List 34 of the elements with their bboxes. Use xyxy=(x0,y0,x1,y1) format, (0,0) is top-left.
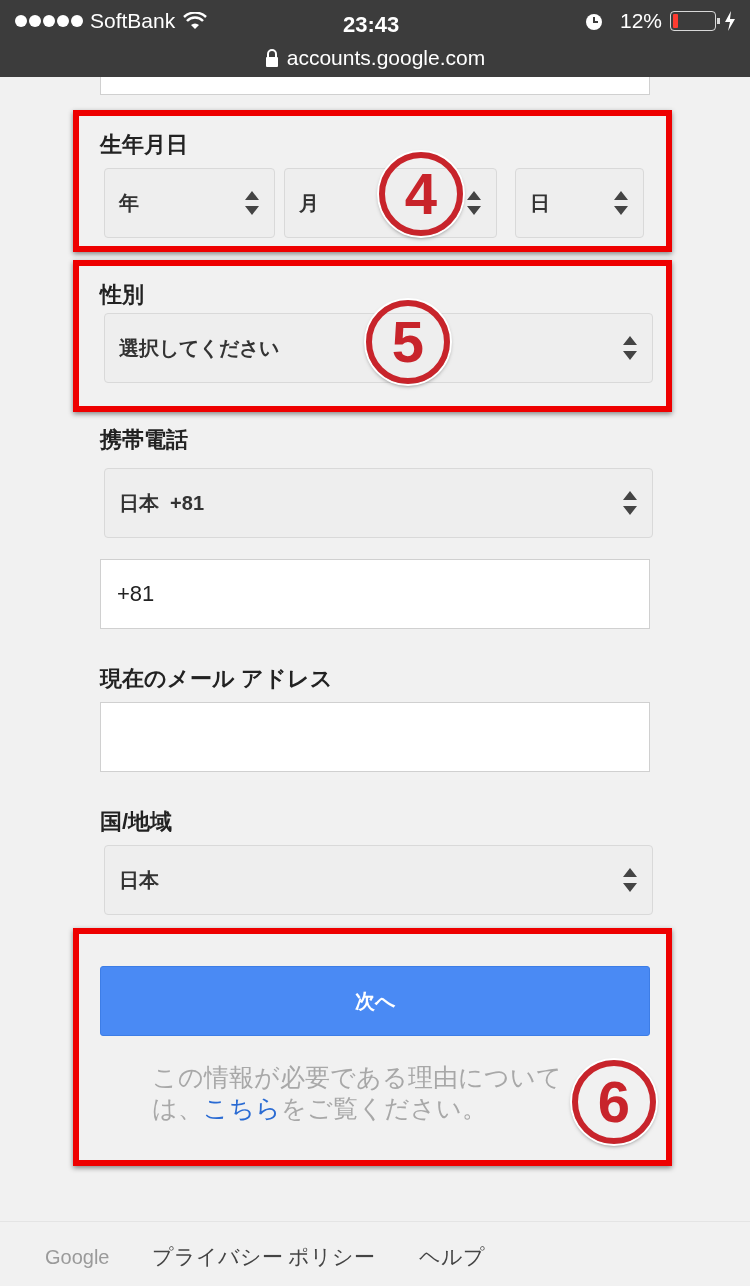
signal-dots-icon xyxy=(14,14,84,28)
dropdown-arrows-icon xyxy=(622,867,638,893)
carrier-name: SoftBank xyxy=(90,8,176,35)
input-field[interactable] xyxy=(100,77,650,95)
field-label: 国/地域 xyxy=(100,808,174,836)
charging-bolt-icon xyxy=(724,11,736,31)
dropdown-select[interactable]: 年 xyxy=(104,168,275,238)
circled-number-badge: 5 xyxy=(366,300,450,384)
page-url: accounts.google.com xyxy=(286,45,486,71)
battery-percent: 12% xyxy=(619,8,662,35)
field-label: 生年月日 xyxy=(100,131,189,159)
lock-icon xyxy=(264,48,279,67)
dropdown-select[interactable]: 日 xyxy=(515,168,644,238)
dropdown-arrows-icon xyxy=(466,190,482,216)
dropdown-arrows-icon xyxy=(622,335,638,361)
alarm-clock-icon xyxy=(583,11,604,31)
circled-number-badge: 4 xyxy=(379,152,463,236)
email-input[interactable] xyxy=(100,702,650,772)
field-label: 性別 xyxy=(100,281,145,309)
clock-time: 23:43 xyxy=(343,11,400,39)
footer-link[interactable]: プライバシー ポリシー xyxy=(151,1240,376,1273)
help-link[interactable]: こちら xyxy=(203,1094,281,1122)
help-text: この情報が必要である理由については、こちら をご覧ください。 xyxy=(152,1062,563,1124)
dropdown-arrows-icon xyxy=(244,190,260,216)
circled-number-badge: 6 xyxy=(572,1060,656,1144)
dropdown-arrows-icon xyxy=(613,190,629,216)
field-label: 携帯電話 xyxy=(100,426,189,454)
field-label: 現在のメール アドレス xyxy=(100,665,335,693)
footer-link[interactable]: ヘルプ xyxy=(419,1240,486,1273)
wifi-icon xyxy=(183,12,208,30)
phone-number-input[interactable]: +81 xyxy=(100,559,650,629)
dropdown-select[interactable]: 日本 +81 xyxy=(104,468,653,538)
dropdown-arrows-icon xyxy=(622,490,638,516)
dropdown-select[interactable]: 日本 xyxy=(104,845,653,915)
